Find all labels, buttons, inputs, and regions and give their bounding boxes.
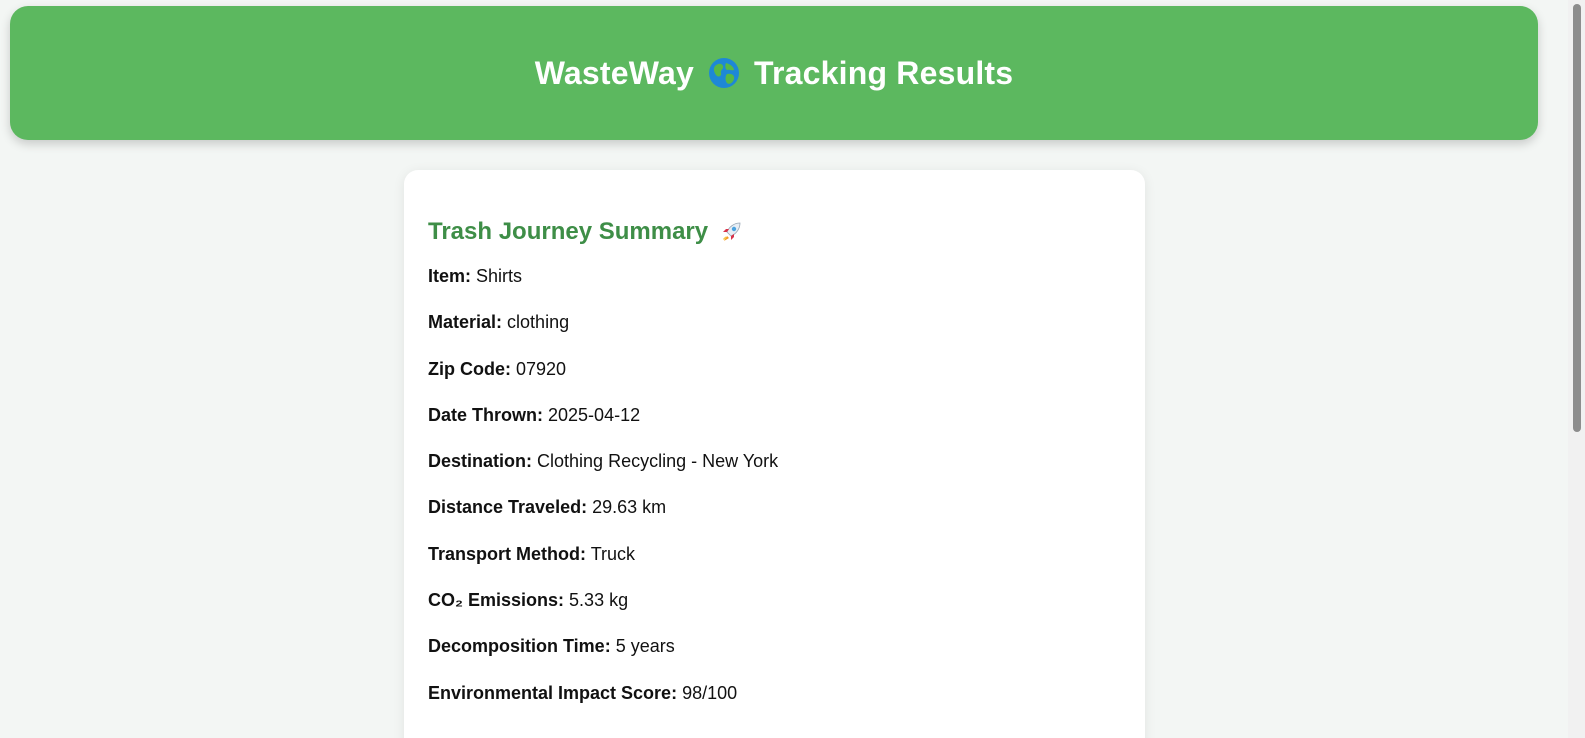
row-value: Truck	[590, 543, 636, 564]
row-label: Material:	[428, 312, 503, 333]
scrollbar-thumb[interactable]	[1573, 4, 1581, 432]
row-label: Decomposition Time:	[428, 636, 611, 657]
title-brand: WasteWay	[534, 54, 694, 91]
row-value: Clothing Recycling - New York	[537, 451, 779, 472]
summary-row-date-thrown: Date Thrown: 2025-04-12	[428, 403, 1121, 449]
summary-row-destination: Destination: Clothing Recycling - New Yo…	[428, 449, 1121, 495]
summary-row-distance-traveled: Distance Traveled: 29.63 km	[428, 495, 1121, 541]
row-label: Item:	[428, 266, 472, 286]
row-value: 5.33 kg	[569, 590, 629, 611]
globe-icon	[708, 57, 740, 89]
row-value: 5 years	[615, 636, 675, 657]
vertical-scrollbar[interactable]	[1568, 0, 1585, 738]
summary-heading: Trash Journey Summary	[428, 216, 1121, 248]
row-value: 98/100	[682, 682, 738, 703]
summary-row-zip-code: Zip Code: 07920	[428, 357, 1121, 403]
summary-heading-text: Trash Journey Summary	[428, 218, 709, 245]
row-label: Zip Code:	[428, 358, 511, 379]
row-value: Shirts	[476, 266, 523, 286]
summary-row-environmental-impact-score: Environmental Impact Score: 98/100	[428, 681, 1121, 727]
summary-row-decomposition-time: Decomposition Time: 5 years	[428, 634, 1121, 680]
row-label: Destination:	[428, 451, 533, 472]
summary-row-item: Item: Shirts	[428, 264, 1121, 310]
page-header: WasteWay Tracking Results	[10, 6, 1538, 140]
row-value: 07920	[516, 358, 567, 379]
row-value: clothing	[507, 312, 570, 333]
row-label: Date Thrown:	[428, 404, 543, 425]
row-value: 29.63 km	[592, 497, 667, 518]
title-suffix: Tracking Results	[753, 54, 1014, 91]
row-label: Environmental Impact Score:	[428, 682, 678, 703]
row-label: Distance Traveled:	[428, 497, 588, 518]
summary-row-co2-emissions: CO₂ Emissions: 5.33 kg	[428, 588, 1121, 634]
page-title: WasteWay Tracking Results	[535, 55, 1014, 92]
row-label: CO₂ Emissions:	[428, 590, 565, 611]
summary-card: Trash Journey Summary Item: Shirts Mater…	[404, 170, 1145, 738]
row-label: Transport Method:	[428, 543, 586, 564]
row-value: 2025-04-12	[548, 404, 641, 425]
summary-row-transport-method: Transport Method: Truck	[428, 542, 1121, 588]
rocket-icon	[718, 219, 744, 245]
summary-row-material: Material: clothing	[428, 310, 1121, 356]
page: WasteWay Tracking Results Trash Journey …	[0, 0, 1585, 738]
